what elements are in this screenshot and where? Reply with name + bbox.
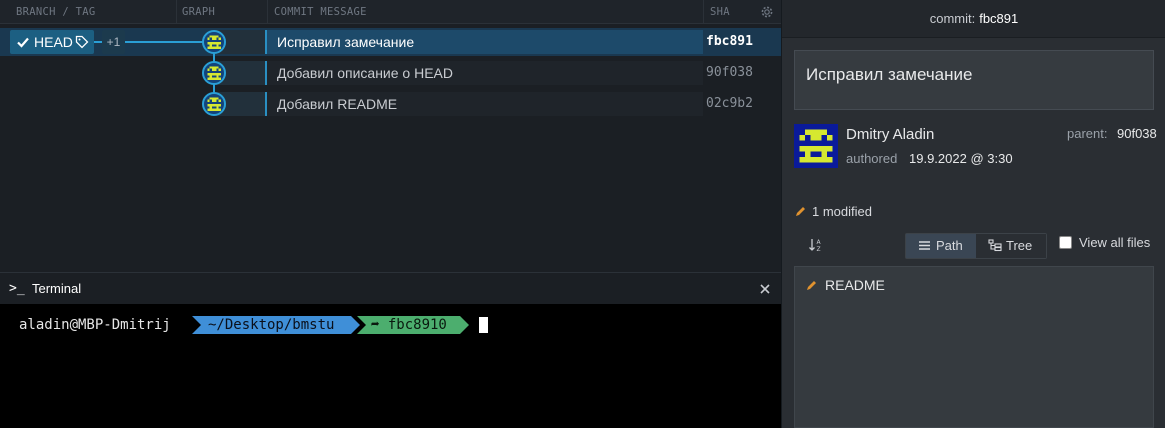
commit-message-cell[interactable]: Исправил замечание xyxy=(265,30,703,54)
pencil-icon xyxy=(807,281,816,290)
parent-label: parent: xyxy=(1067,126,1108,141)
column-commit-message[interactable]: COMMIT MESSAGE xyxy=(268,0,367,24)
terminal-body[interactable]: aladin@MBP-Dmitrij ~/Desktop/bmstu ➦ fbc… xyxy=(0,304,781,428)
commit-sha: fbc891 xyxy=(706,34,753,49)
changed-files-list: README xyxy=(794,266,1154,428)
authored-label: authored xyxy=(846,151,898,166)
gear-icon[interactable] xyxy=(760,5,774,19)
commit-message-cell[interactable]: Добавил README xyxy=(265,92,703,116)
commit-node-avatar[interactable] xyxy=(202,61,226,85)
terminal-panel: >_ Terminal aladin@MBP-Dmitrij ~/Desktop… xyxy=(0,272,781,428)
commit-sha: 02c9b2 xyxy=(706,96,753,111)
commit-message: Добавил README xyxy=(277,96,398,112)
view-all-files-label[interactable]: View all files xyxy=(1079,235,1150,250)
list-icon xyxy=(919,241,930,250)
column-branch-tag[interactable]: BRANCH / TAG xyxy=(10,0,95,24)
head-branch-tag[interactable]: HEAD xyxy=(10,30,94,54)
commit-message: Исправил замечание xyxy=(277,34,415,50)
view-all-files-checkbox[interactable] xyxy=(1059,236,1072,249)
commit-message-box[interactable]: Исправил замечание xyxy=(794,50,1154,110)
modified-count: 1 modified xyxy=(812,204,872,219)
column-sha[interactable]: SHA xyxy=(704,0,730,24)
commit-header-sha: fbc891 xyxy=(979,11,1019,26)
path-view-button[interactable]: Path xyxy=(906,234,976,258)
commit-detail-header: commit: fbc891 xyxy=(782,0,1165,38)
author-name: Dmitry Aladin xyxy=(846,126,935,143)
parent-sha-link[interactable]: 90f038 xyxy=(1117,126,1157,141)
svg-text:Z: Z xyxy=(817,246,821,253)
terminal-header: >_ Terminal xyxy=(0,272,781,304)
terminal-title: Terminal xyxy=(32,281,82,296)
commit-detail-panel: commit: fbc891 Исправил замечание Dmitry … xyxy=(781,0,1165,428)
file-view-toggle: Path Tree xyxy=(905,233,1047,259)
terminal-cursor xyxy=(479,317,488,333)
sort-az-icon[interactable]: A Z xyxy=(808,237,824,253)
branch-link-line xyxy=(125,41,213,43)
authored-date: 19.9.2022 @ 3:30 xyxy=(909,151,1013,166)
svg-text:A: A xyxy=(817,239,822,246)
path-view-label: Path xyxy=(936,238,963,253)
tag-icon xyxy=(75,35,89,49)
terminal-user-host: aladin@MBP-Dmitrij xyxy=(19,317,171,333)
check-icon xyxy=(17,37,29,48)
pencil-icon xyxy=(796,207,805,216)
commit-message-cell[interactable]: Добавил описание о HEAD xyxy=(265,61,703,85)
commit-node-avatar[interactable] xyxy=(202,92,226,116)
tag-connector xyxy=(94,41,102,43)
commit-node-avatar[interactable] xyxy=(202,30,226,54)
commit-row[interactable]: Добавил описание о HEAD 90f038 xyxy=(0,59,781,87)
tree-view-label: Tree xyxy=(1006,238,1033,253)
terminal-path-segment: ~/Desktop/bmstu xyxy=(192,316,360,334)
commit-graph-panel: BRANCH / TAG GRAPH COMMIT MESSAGE SHA Ис… xyxy=(0,0,781,272)
tree-icon xyxy=(988,239,1002,252)
file-name: README xyxy=(825,277,885,293)
terminal-git-segment: ➦ fbc8910 xyxy=(357,316,469,334)
commit-row[interactable]: Добавил README 02c9b2 xyxy=(0,90,781,118)
column-graph[interactable]: GRAPH xyxy=(176,0,215,24)
head-label: HEAD xyxy=(34,34,73,50)
more-refs-badge[interactable]: +1 xyxy=(102,30,125,54)
commit-message: Добавил описание о HEAD xyxy=(277,65,453,81)
author-avatar xyxy=(794,124,838,168)
commit-message-summary: Исправил замечание xyxy=(806,65,973,84)
commit-label: commit: xyxy=(929,11,976,26)
close-icon[interactable] xyxy=(758,282,772,296)
graph-column-header: BRANCH / TAG GRAPH COMMIT MESSAGE SHA xyxy=(0,0,781,24)
terminal-icon: >_ xyxy=(9,281,25,296)
file-list-item[interactable]: README xyxy=(795,275,1153,297)
commit-sha: 90f038 xyxy=(706,65,753,80)
tree-view-button[interactable]: Tree xyxy=(976,234,1046,258)
